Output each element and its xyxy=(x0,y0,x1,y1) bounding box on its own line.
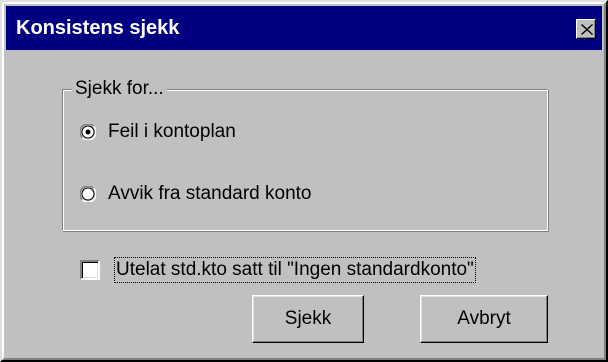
exclude-std-account-checkbox[interactable]: Utelat std.kto satt til "Ingen standardk… xyxy=(80,256,476,284)
radio-feil-i-kontoplan[interactable]: Feil i kontoplan xyxy=(80,120,236,144)
group-legend: Sjekk for... xyxy=(72,78,167,100)
radio-selected-icon xyxy=(80,124,96,140)
radio-label: Feil i kontoplan xyxy=(108,121,236,142)
radio-unselected-icon xyxy=(80,186,96,202)
title-bar[interactable]: Konsistens sjekk xyxy=(6,6,602,50)
dialog-window: Konsistens sjekk Sjekk for... Feil i kon… xyxy=(0,0,608,362)
checkbox-box[interactable] xyxy=(80,260,100,280)
close-button[interactable] xyxy=(576,19,596,39)
avbryt-button[interactable]: Avbryt xyxy=(420,295,548,343)
checkbox-label: Utelat std.kto satt til "Ingen standardk… xyxy=(114,257,476,283)
window-title: Konsistens sjekk xyxy=(16,17,180,39)
radio-avvik-fra-standard-konto[interactable]: Avvik fra standard konto xyxy=(80,182,311,206)
radio-label: Avvik fra standard konto xyxy=(108,183,312,204)
sjekk-button[interactable]: Sjekk xyxy=(252,295,364,343)
check-options-group xyxy=(62,89,548,231)
close-icon xyxy=(581,24,593,35)
